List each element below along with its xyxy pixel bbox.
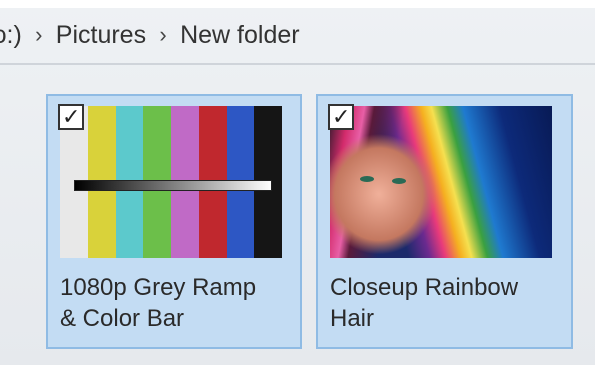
breadcrumb-item-new-folder[interactable]: New folder xyxy=(180,21,300,50)
grey-ramp xyxy=(74,180,272,191)
window-top-edge xyxy=(0,0,595,8)
chevron-right-icon[interactable]: › xyxy=(22,22,56,48)
chevron-right-icon[interactable]: › xyxy=(146,22,180,48)
eye xyxy=(360,176,374,182)
eye xyxy=(392,178,406,184)
rainbow-hair-photo xyxy=(330,106,552,258)
file-name: Closeup Rainbow Hair xyxy=(330,272,566,334)
file-name-line: & Color Bar xyxy=(60,305,185,332)
breadcrumb: ɔ:) › Pictures › New folder xyxy=(0,8,595,62)
file-name-line: Hair xyxy=(330,305,375,332)
file-name-line: Closeup Rainbow xyxy=(330,274,519,301)
file-name-line: 1080p Grey Ramp xyxy=(60,274,257,301)
thumbnail-photo xyxy=(330,106,552,258)
select-checkbox[interactable]: ✓ xyxy=(58,104,84,130)
file-name: 1080p Grey Ramp & Color Bar xyxy=(60,272,296,334)
file-tile-rainbow-hair[interactable]: ✓ Closeup Rainbow Hair xyxy=(316,94,573,349)
file-tile-grey-ramp[interactable]: ✓ 1080p Grey Ramp & Color Bar xyxy=(46,94,302,349)
thumbnail-color-bars xyxy=(60,106,282,258)
breadcrumb-item-pictures[interactable]: Pictures xyxy=(56,21,146,50)
breadcrumb-drive[interactable]: ɔ:) xyxy=(0,21,22,50)
checkmark-icon: ✓ xyxy=(332,104,351,129)
address-bar-divider xyxy=(0,63,595,65)
checkmark-icon: ✓ xyxy=(62,104,81,129)
file-explorer-window: ɔ:) › Pictures › New folder ✓ 1080p Grey… xyxy=(0,0,595,365)
select-checkbox[interactable]: ✓ xyxy=(328,104,354,130)
